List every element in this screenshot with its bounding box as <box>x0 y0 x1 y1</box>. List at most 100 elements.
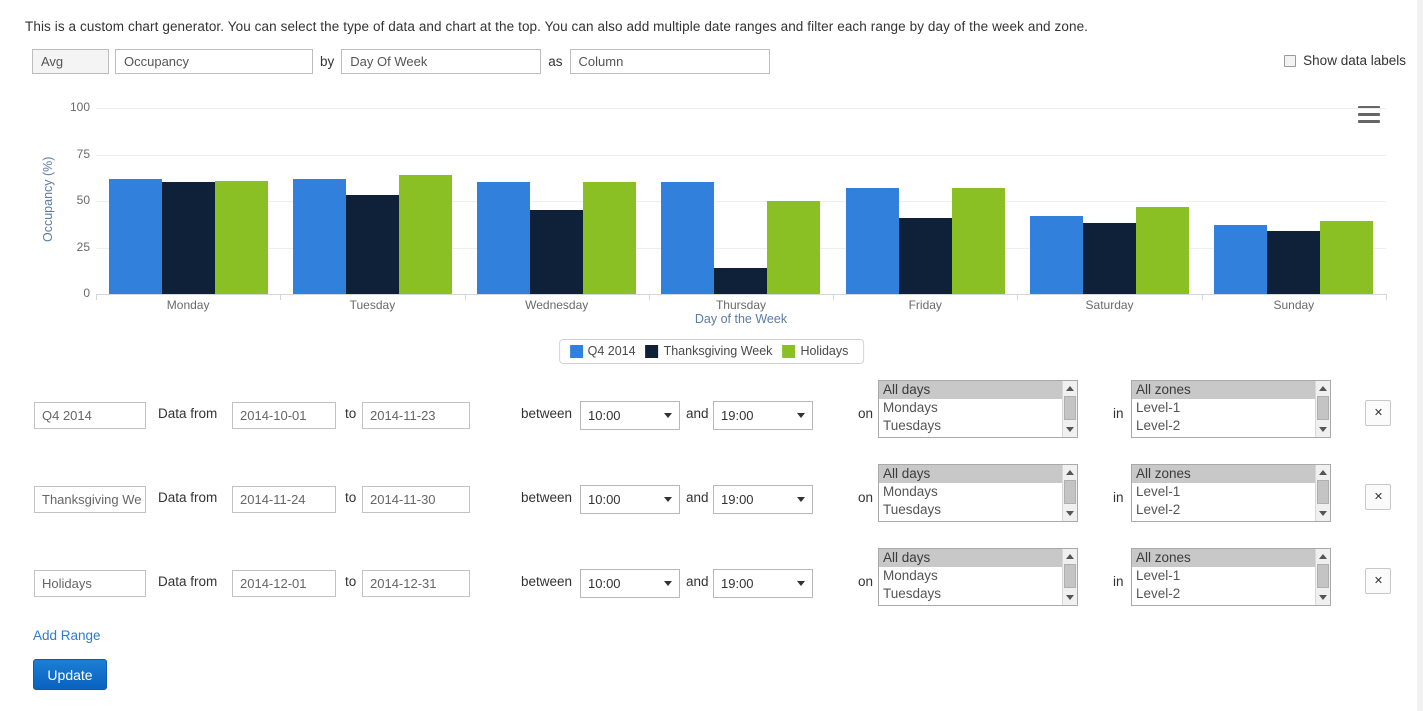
scroll-up-icon[interactable] <box>1063 466 1077 479</box>
legend-item[interactable]: Q4 2014 <box>569 344 636 358</box>
list-option[interactable]: Tuesdays <box>879 417 1062 435</box>
list-option[interactable]: Mondays <box>879 483 1062 501</box>
scroll-down-icon[interactable] <box>1316 507 1330 520</box>
list-option[interactable]: Tuesdays <box>879 501 1062 519</box>
scroll-up-icon[interactable] <box>1063 550 1077 563</box>
range-name-input[interactable]: Holidays <box>34 570 146 597</box>
start-time-select[interactable]: 10:00 <box>580 485 680 514</box>
scroll-thumb[interactable] <box>1317 480 1329 504</box>
list-option[interactable]: All zones <box>1132 549 1315 567</box>
end-time-select[interactable]: 19:00 <box>713 485 813 514</box>
end-time-select[interactable]: 19:00 <box>713 569 813 598</box>
scroll-down-icon[interactable] <box>1063 591 1077 604</box>
bar[interactable] <box>1320 221 1374 294</box>
start-time-select[interactable]: 10:00 <box>580 401 680 430</box>
bar[interactable] <box>898 217 952 294</box>
checkbox-icon[interactable] <box>1284 54 1297 67</box>
range-end-date-input[interactable]: 2014-11-30 <box>362 486 470 513</box>
listbox-scrollbar[interactable] <box>1315 465 1330 521</box>
delete-range-button[interactable]: ✕ <box>1365 400 1391 426</box>
scroll-up-icon[interactable] <box>1316 382 1330 395</box>
start-time-select[interactable]: 10:00 <box>580 569 680 598</box>
scroll-up-icon[interactable] <box>1316 466 1330 479</box>
scroll-up-icon[interactable] <box>1316 550 1330 563</box>
listbox-scrollbar[interactable] <box>1062 381 1077 437</box>
list-option[interactable]: Level-2 <box>1132 417 1315 435</box>
list-option[interactable]: All zones <box>1132 381 1315 399</box>
range-start-date-input[interactable]: 2014-11-24 <box>232 486 336 513</box>
listbox-scrollbar[interactable] <box>1315 381 1330 437</box>
scroll-down-icon[interactable] <box>1063 507 1077 520</box>
group-by-select[interactable]: Day Of Week <box>341 49 542 74</box>
range-start-date-input[interactable]: 2014-10-01 <box>232 402 336 429</box>
delete-range-button[interactable]: ✕ <box>1365 568 1391 594</box>
bar[interactable] <box>1267 230 1321 294</box>
days-filter-listbox[interactable]: All daysMondaysTuesdaysWednesdaysThursda… <box>878 464 1078 522</box>
days-filter-listbox[interactable]: All daysMondaysTuesdaysWednesdaysThursda… <box>878 548 1078 606</box>
bar[interactable] <box>583 182 637 294</box>
metric-select[interactable]: Occupancy <box>115 49 313 74</box>
range-end-date-input[interactable]: 2014-12-31 <box>362 570 470 597</box>
list-option[interactable]: Level-2 <box>1132 585 1315 603</box>
range-start-date-input[interactable]: 2014-12-01 <box>232 570 336 597</box>
list-option[interactable]: Wednesdays <box>879 435 1062 437</box>
list-option[interactable]: Mondays <box>879 567 1062 585</box>
scroll-up-icon[interactable] <box>1063 382 1077 395</box>
list-option[interactable]: All days <box>879 465 1062 483</box>
zones-filter-listbox[interactable]: All zonesLevel-1Level-2Level-3Level-4 <box>1131 464 1331 522</box>
list-option[interactable]: Wednesdays <box>879 603 1062 605</box>
page-scrollbar[interactable] <box>1417 0 1423 711</box>
list-option[interactable]: Level-2 <box>1132 501 1315 519</box>
bar[interactable] <box>477 182 531 294</box>
bar[interactable] <box>530 210 584 294</box>
range-name-input[interactable]: Thanksgiving We <box>34 486 146 513</box>
list-option[interactable]: Level-1 <box>1132 399 1315 417</box>
bar[interactable] <box>1136 206 1190 294</box>
list-option[interactable]: All days <box>879 549 1062 567</box>
list-option[interactable]: Tuesdays <box>879 585 1062 603</box>
list-option[interactable]: Level-3 <box>1132 519 1315 521</box>
scroll-thumb[interactable] <box>1317 564 1329 588</box>
bar[interactable] <box>345 195 399 294</box>
bar[interactable] <box>161 182 215 294</box>
list-option[interactable]: Level-1 <box>1132 483 1315 501</box>
bar[interactable] <box>108 178 162 294</box>
scroll-thumb[interactable] <box>1064 564 1076 588</box>
legend-item[interactable]: Thanksgiving Week <box>645 344 772 358</box>
scroll-thumb[interactable] <box>1317 396 1329 420</box>
delete-range-button[interactable]: ✕ <box>1365 484 1391 510</box>
bar[interactable] <box>767 201 821 294</box>
scroll-thumb[interactable] <box>1064 480 1076 504</box>
days-filter-listbox[interactable]: All daysMondaysTuesdaysWednesdaysThursda… <box>878 380 1078 438</box>
range-name-input[interactable]: Q4 2014 <box>34 402 146 429</box>
list-option[interactable]: Wednesdays <box>879 519 1062 521</box>
scroll-down-icon[interactable] <box>1316 423 1330 436</box>
bar[interactable] <box>1214 225 1268 294</box>
bar[interactable] <box>1083 223 1137 294</box>
bar[interactable] <box>1030 215 1084 294</box>
listbox-scrollbar[interactable] <box>1062 465 1077 521</box>
aggregate-select[interactable]: Avg <box>32 49 109 74</box>
bar[interactable] <box>661 182 715 294</box>
scroll-thumb[interactable] <box>1064 396 1076 420</box>
update-button[interactable]: Update <box>33 659 107 690</box>
list-option[interactable]: Mondays <box>879 399 1062 417</box>
bar[interactable] <box>398 174 452 294</box>
list-option[interactable]: Level-3 <box>1132 603 1315 605</box>
scroll-down-icon[interactable] <box>1316 591 1330 604</box>
scroll-down-icon[interactable] <box>1063 423 1077 436</box>
zones-filter-listbox[interactable]: All zonesLevel-1Level-2Level-3Level-4 <box>1131 548 1331 606</box>
bar[interactable] <box>214 180 268 294</box>
range-end-date-input[interactable]: 2014-11-23 <box>362 402 470 429</box>
add-range-link[interactable]: Add Range <box>33 628 101 643</box>
end-time-select[interactable]: 19:00 <box>713 401 813 430</box>
list-option[interactable]: All zones <box>1132 465 1315 483</box>
legend-item[interactable]: Holidays <box>782 344 848 358</box>
list-option[interactable]: Level-1 <box>1132 567 1315 585</box>
show-data-labels-toggle[interactable]: Show data labels <box>1284 53 1406 68</box>
bar[interactable] <box>845 187 899 294</box>
list-option[interactable]: Level-3 <box>1132 435 1315 437</box>
zones-filter-listbox[interactable]: All zonesLevel-1Level-2Level-3Level-4 <box>1131 380 1331 438</box>
bar[interactable] <box>292 178 346 294</box>
listbox-scrollbar[interactable] <box>1315 549 1330 605</box>
